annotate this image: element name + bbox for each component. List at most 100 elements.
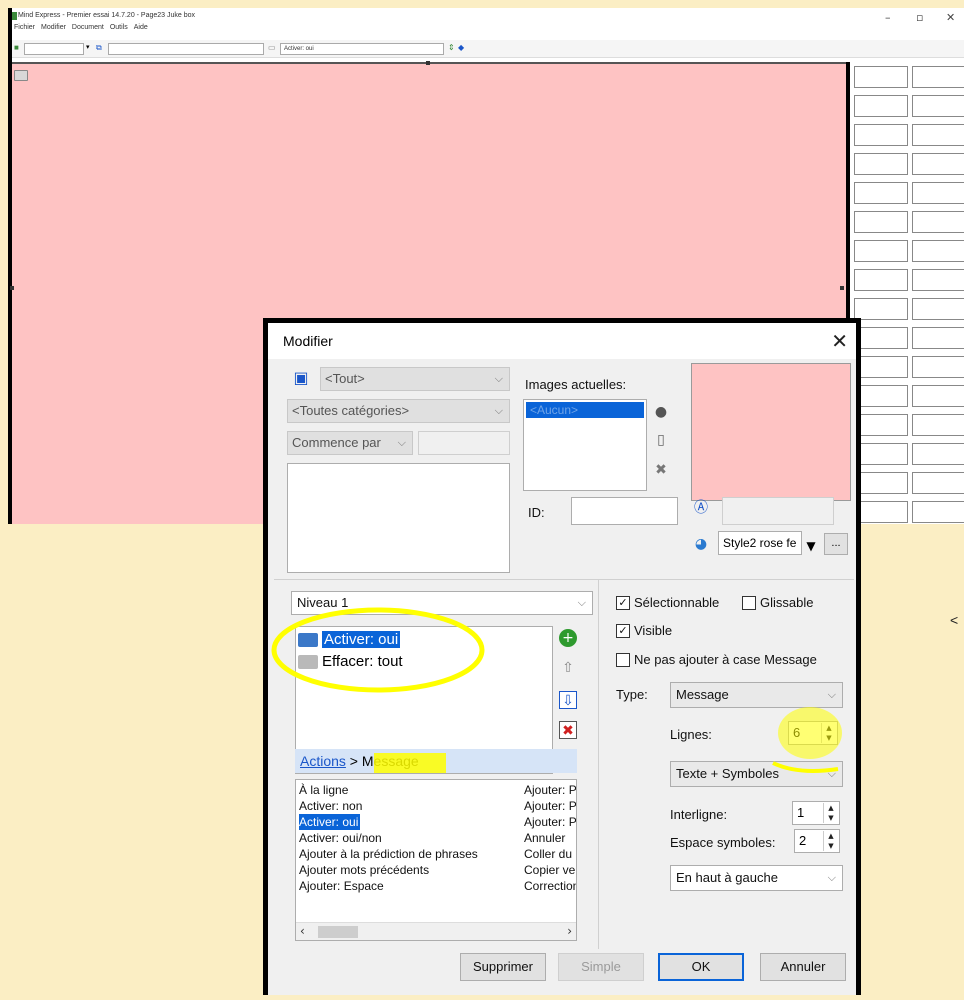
command-item[interactable]: Activer: oui	[299, 814, 361, 830]
grid-cell[interactable]	[912, 385, 964, 407]
grid-cell[interactable]	[912, 269, 964, 291]
move-up-icon[interactable]: ⇧	[559, 659, 577, 677]
page-combo[interactable]	[24, 43, 84, 55]
grid-cell[interactable]	[912, 240, 964, 262]
copy-icon[interactable]: ⧉	[96, 44, 104, 52]
command-item[interactable]: Copier ver	[524, 862, 576, 878]
grid-cell[interactable]	[854, 211, 908, 233]
spin-icon[interactable]: ⇕	[448, 44, 456, 52]
grid-cell[interactable]	[854, 95, 908, 117]
selectable-checkbox[interactable]: ✓ Sélectionnable	[616, 595, 719, 610]
close-button[interactable]: ✕	[946, 11, 955, 24]
command-item[interactable]: Ajouter: Espace	[299, 878, 384, 894]
add-action-icon[interactable]: +	[559, 629, 577, 647]
menu-modifier[interactable]: Modifier	[41, 24, 66, 38]
ok-button[interactable]: OK	[658, 953, 744, 981]
grid-cell[interactable]	[854, 124, 908, 146]
resize-handle[interactable]	[10, 286, 14, 290]
grid-cell[interactable]	[912, 66, 964, 88]
cancel-button[interactable]: Annuler	[760, 953, 846, 981]
grid-cell[interactable]	[912, 298, 964, 320]
label-field[interactable]	[722, 497, 834, 525]
command-item[interactable]: Ajouter: P	[524, 814, 576, 830]
command-item[interactable]: Ajouter: P	[524, 798, 576, 814]
grid-cell[interactable]	[912, 443, 964, 465]
minimize-button[interactable]: –	[885, 11, 891, 24]
checkbox-box[interactable]	[742, 595, 756, 610]
delete-image-icon[interactable]: ✖	[652, 461, 670, 479]
grid-cell[interactable]	[912, 501, 964, 523]
stepper-arrows-icon[interactable]: ▲ ▼	[823, 803, 838, 823]
grid-cell[interactable]	[912, 327, 964, 349]
grid-cell[interactable]	[912, 211, 964, 233]
style-more-button[interactable]: ...	[824, 533, 848, 555]
grid-cell[interactable]	[912, 182, 964, 204]
grid-cell[interactable]	[854, 298, 908, 320]
command-item[interactable]: Coller du p	[524, 846, 576, 862]
command-item[interactable]: Ajouter: P	[524, 782, 576, 798]
folder-open-icon[interactable]: ▯	[652, 431, 670, 449]
lines-stepper[interactable]: 6 ▲ ▼	[788, 721, 838, 745]
grid-cell[interactable]	[854, 153, 908, 175]
stepper-arrows-icon[interactable]: ▲ ▼	[823, 831, 838, 851]
search-input[interactable]	[418, 431, 510, 455]
visible-checkbox[interactable]: ✓ Visible	[616, 623, 672, 638]
grid-cell[interactable]	[854, 327, 908, 349]
stepper-arrows-icon[interactable]: ▲ ▼	[821, 723, 836, 743]
checkbox-box[interactable]: ✓	[616, 595, 630, 610]
checkbox-box[interactable]	[616, 652, 630, 667]
match-mode-combo[interactable]: Commence par ⌵	[287, 431, 413, 455]
grid-cell[interactable]	[854, 66, 908, 88]
command-item[interactable]: Annuler	[524, 830, 565, 846]
commands-list[interactable]: ‹ › À la ligne Activer: non Activer: oui Ac…	[295, 779, 577, 941]
command-item[interactable]: Activer: non	[299, 798, 362, 814]
color-palette-icon[interactable]: ◕	[692, 535, 710, 553]
grid-cell[interactable]	[854, 182, 908, 204]
command-item[interactable]: Activer: oui/non	[299, 830, 382, 846]
current-images-list[interactable]: <Aucun>	[523, 399, 647, 491]
menu-aide[interactable]: Aide	[134, 24, 148, 38]
page-icon[interactable]: ■	[14, 44, 22, 52]
level-combo[interactable]: Niveau 1 ⌵	[291, 591, 593, 615]
breadcrumb-root-link[interactable]: Actions	[300, 753, 346, 769]
grid-cell[interactable]	[912, 153, 964, 175]
symbol-spacing-stepper[interactable]: 2 ▲ ▼	[794, 829, 840, 853]
grid-cell[interactable]	[854, 356, 908, 378]
command-item[interactable]: Ajouter mots précédents	[299, 862, 429, 878]
grid-cell[interactable]	[854, 385, 908, 407]
line-spacing-stepper[interactable]: 1 ▲ ▼	[792, 801, 840, 825]
display-combo[interactable]: Texte + Symboles ⌵	[670, 761, 843, 787]
delete-button[interactable]: Supprimer	[460, 953, 546, 981]
delete-action-icon[interactable]: ✖	[559, 721, 577, 739]
search-field[interactable]	[108, 43, 264, 55]
action-item[interactable]: Effacer: tout	[298, 653, 403, 670]
dialog-close-button[interactable]: ✕	[831, 329, 848, 353]
scroll-left-icon[interactable]: ‹	[300, 924, 305, 938]
grid-cell[interactable]	[854, 443, 908, 465]
no-message-checkbox[interactable]: Ne pas ajouter à case Message	[616, 652, 817, 667]
action-item[interactable]: Activer: oui	[298, 631, 401, 648]
palette-icon[interactable]: ◆	[458, 44, 466, 52]
grid-cell[interactable]	[912, 472, 964, 494]
grid-cell[interactable]	[854, 501, 908, 523]
scroll-right-icon[interactable]: ›	[567, 924, 572, 938]
category-combo[interactable]: <Toutes catégories> ⌵	[287, 399, 510, 423]
menu-document[interactable]: Document	[72, 24, 104, 38]
lines-value[interactable]: 6	[793, 725, 800, 740]
horizontal-scrollbar[interactable]: ‹ ›	[296, 922, 576, 940]
image-results-list[interactable]	[287, 463, 510, 573]
text-style-icon[interactable]: Ⓐ	[692, 499, 710, 517]
simple-button[interactable]: Simple	[558, 953, 644, 981]
type-combo[interactable]: Message ⌵	[670, 682, 843, 708]
resize-handle[interactable]	[840, 286, 844, 290]
grid-cell[interactable]	[912, 95, 964, 117]
move-down-icon[interactable]: ⇩	[559, 691, 577, 709]
maximize-button[interactable]: ▫	[916, 11, 923, 24]
filter-all-combo[interactable]: <Tout> ⌵	[320, 367, 510, 391]
dropdown-arrow-icon[interactable]: ▾	[86, 44, 94, 52]
grid-cell[interactable]	[912, 124, 964, 146]
style-field[interactable]: Style2 rose fe	[718, 531, 802, 555]
menu-outils[interactable]: Outils	[110, 24, 128, 38]
grid-cell[interactable]	[912, 414, 964, 436]
command-item[interactable]: Ajouter à la prédiction de phrases	[299, 846, 478, 862]
